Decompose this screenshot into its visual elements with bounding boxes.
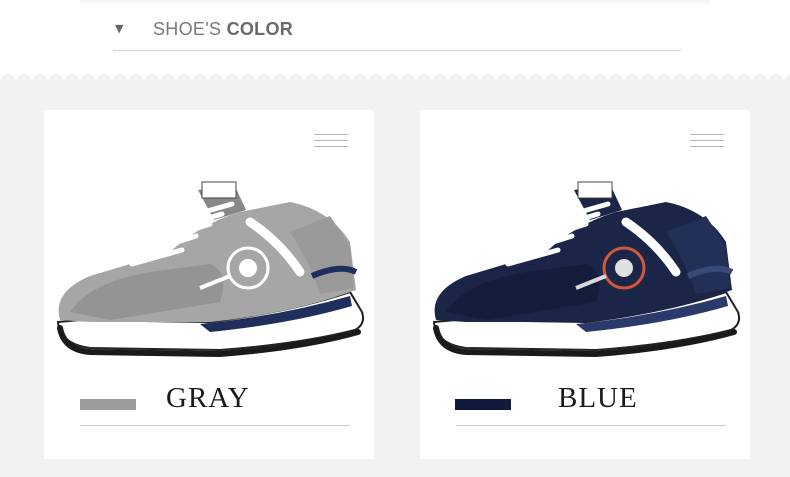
- color-label-blue: BLUE: [558, 382, 638, 414]
- navy-blue-sneaker-image: [432, 181, 741, 358]
- section-title-prefix: SHOE'S: [153, 19, 222, 39]
- color-swatch-gray: [80, 399, 136, 410]
- card-divider: [456, 425, 726, 426]
- menu-lines-icon: [314, 134, 348, 148]
- gray-sneaker-image: [56, 181, 365, 358]
- header-shadow: [80, 0, 710, 6]
- color-card-blue[interactable]: BLUE: [420, 110, 750, 459]
- card-divider: [80, 425, 350, 426]
- color-swatch-blue: [455, 399, 511, 410]
- menu-lines-icon: [690, 134, 724, 148]
- color-card-gray[interactable]: GRAY: [44, 110, 374, 459]
- section-title: SHOE'S COLOR: [153, 19, 293, 40]
- section-header: ▼ SHOE'S COLOR: [113, 10, 681, 51]
- section-title-bold: COLOR: [226, 19, 294, 39]
- scalloped-edge: [0, 74, 790, 86]
- triangle-down-icon: ▼: [115, 22, 124, 35]
- color-label-gray: GRAY: [166, 382, 250, 414]
